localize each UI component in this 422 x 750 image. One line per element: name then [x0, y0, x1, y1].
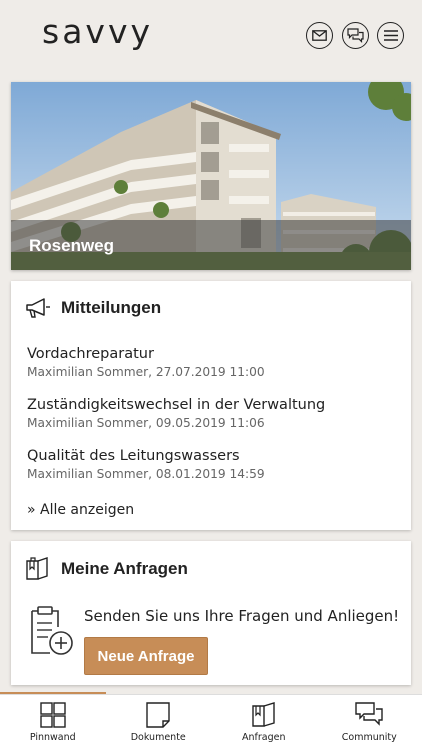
notices-header: Mitteilungen	[25, 297, 161, 319]
app-logo[interactable]: savvy	[42, 12, 153, 51]
chat-icon	[347, 28, 364, 43]
community-icon	[355, 702, 383, 726]
property-hero[interactable]: Rosenweg	[11, 82, 411, 270]
show-all-link[interactable]: » Alle anzeigen	[27, 502, 134, 518]
menu-icon	[383, 30, 398, 41]
notice-title: Qualität des Leitungswassers	[27, 448, 240, 464]
document-icon	[146, 702, 170, 728]
requests-header: Meine Anfragen	[25, 557, 188, 581]
notices-card: Mitteilungen Vordachreparatur Maximilian…	[11, 281, 411, 530]
notice-item[interactable]: Zuständigkeitswechsel in der Verwaltung …	[27, 397, 325, 430]
notice-meta: Maximilian Sommer, 27.07.2019 11:00	[27, 365, 265, 379]
notices-title: Mitteilungen	[61, 298, 162, 317]
book-icon	[26, 557, 48, 580]
chat-button[interactable]	[342, 22, 369, 49]
nav-label: Pinnwand	[29, 732, 76, 743]
nav-item-anfragen[interactable]: Anfragen	[211, 695, 317, 750]
megaphone-icon	[26, 298, 50, 318]
menu-button[interactable]	[377, 22, 404, 49]
requests-card: Meine Anfragen Senden Sie uns Ihre Frage…	[11, 541, 411, 685]
new-request-button[interactable]: Neue Anfrage	[84, 637, 208, 675]
nav-item-community[interactable]: Community	[317, 695, 422, 750]
notice-item[interactable]: Vordachreparatur Maximilian Sommer, 27.0…	[27, 346, 265, 379]
mail-button[interactable]	[306, 22, 333, 49]
bottom-nav: Pinnwand Dokumente Anfragen Community	[0, 694, 422, 750]
requests-title: Meine Anfragen	[61, 559, 188, 578]
grid-icon	[40, 702, 66, 728]
requests-prompt: Senden Sie uns Ihre Fragen und Anliegen!	[84, 607, 400, 625]
mail-icon	[312, 30, 327, 41]
nav-label: Dokumente	[130, 732, 186, 743]
app-header: savvy	[0, 0, 422, 72]
notice-item[interactable]: Qualität des Leitungswassers Maximilian …	[27, 448, 265, 481]
nav-item-dokumente[interactable]: Dokumente	[106, 695, 212, 750]
notice-meta: Maximilian Sommer, 09.05.2019 11:06	[27, 416, 265, 430]
nav-label: Anfragen	[242, 732, 286, 743]
notice-meta: Maximilian Sommer, 08.01.2019 14:59	[27, 467, 265, 481]
nav-label: Community	[341, 732, 397, 743]
requests-icon	[252, 702, 275, 727]
notice-title: Vordachreparatur	[27, 346, 154, 362]
notice-title: Zuständigkeitswechsel in der Verwaltung	[27, 397, 326, 413]
property-name: Rosenweg	[29, 236, 115, 255]
clipboard-add-icon	[31, 606, 73, 655]
nav-item-pinnwand[interactable]: Pinnwand	[0, 695, 106, 750]
